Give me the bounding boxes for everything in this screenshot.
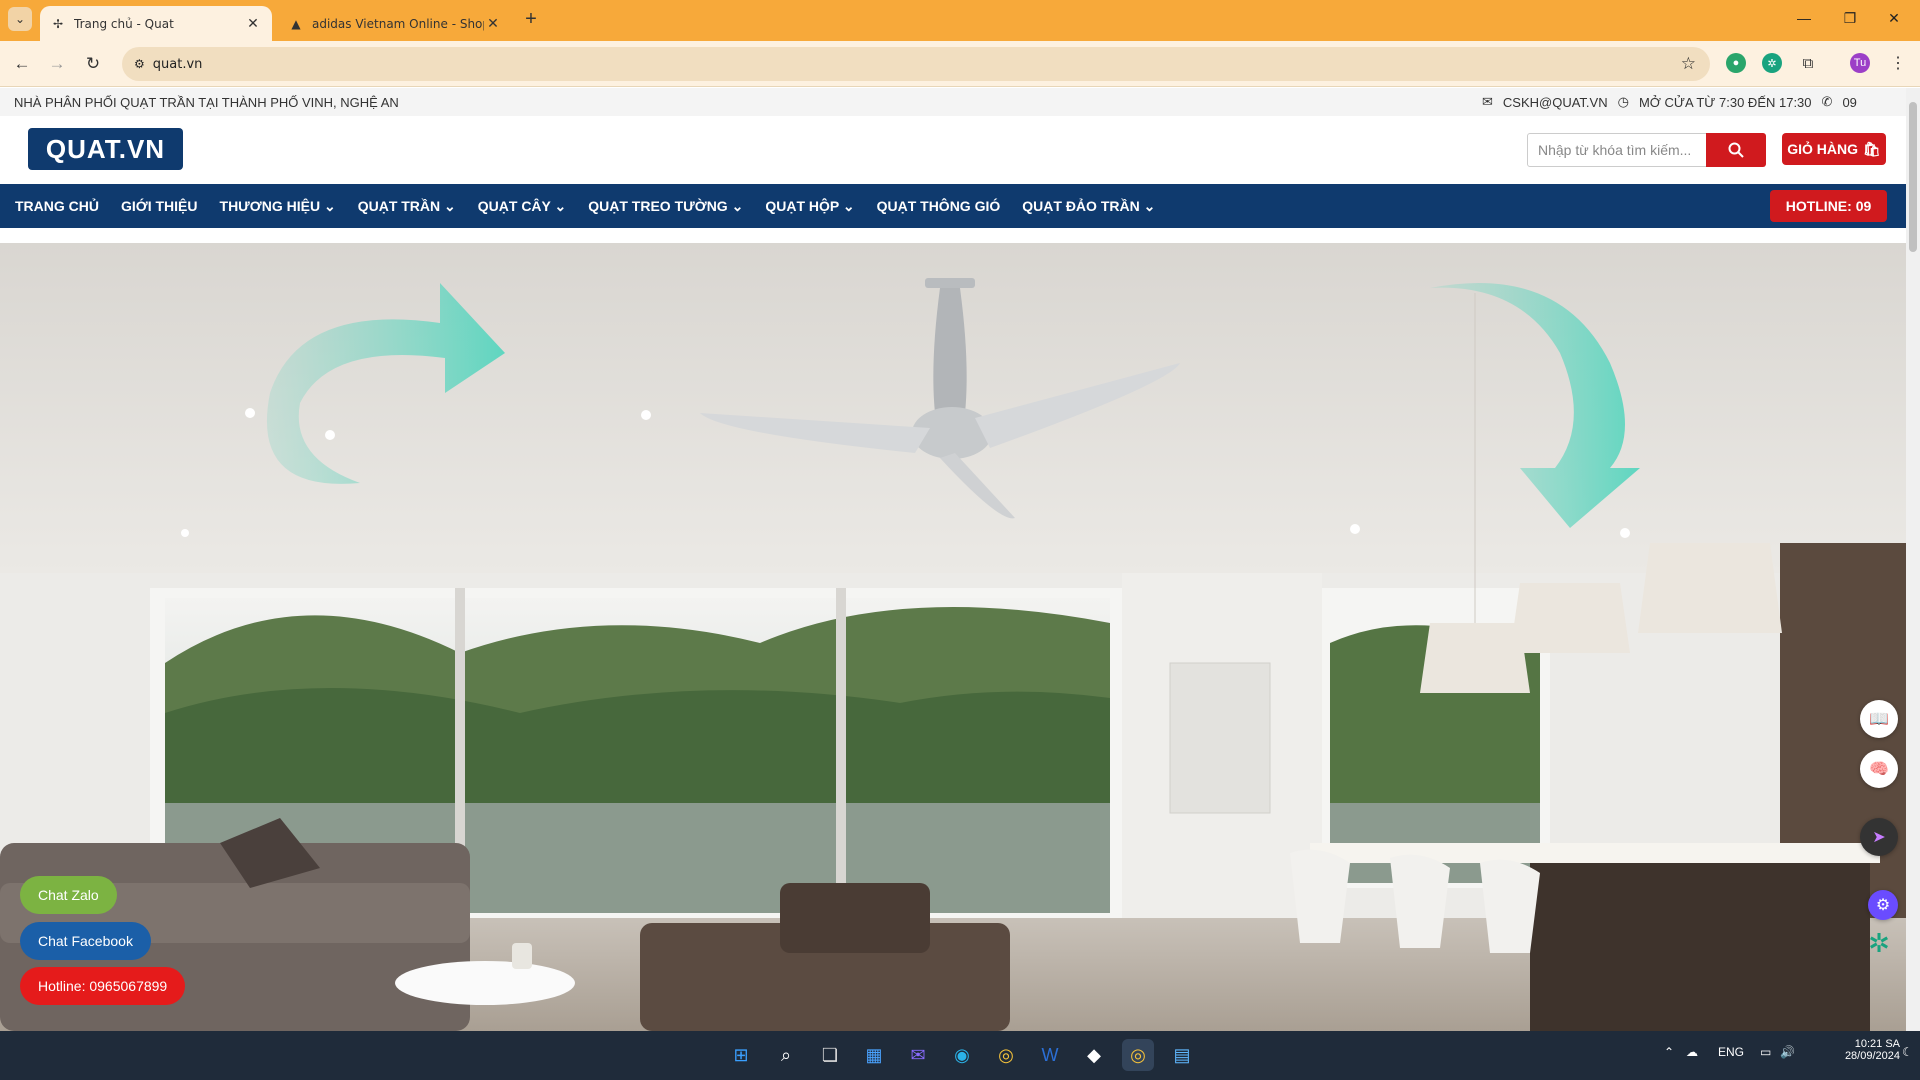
- windows-taskbar: ⊞ ⌕ ❏ ▦ ✉ ◉ ◎ W ◆ ◎ ▤ ⌃ ☁ ENG ▭ 🔊 10:21 …: [0, 1031, 1920, 1080]
- tab-quat[interactable]: ✢ Trang chủ - Quat ✕: [40, 6, 272, 41]
- shopping-bag-icon: 🛍: [1863, 140, 1881, 157]
- site-header: QUAT.VN Nhập từ khóa tìm kiếm... GIỎ HÀN…: [0, 116, 1906, 184]
- reload-icon[interactable]: ↻: [82, 53, 104, 75]
- extensions-puzzle-icon[interactable]: ⧉: [1798, 53, 1818, 73]
- browser-menu-icon[interactable]: ⋮: [1888, 53, 1908, 73]
- scrollbar-thumb[interactable]: [1909, 102, 1917, 252]
- chrome-profile-icon[interactable]: ◎: [1122, 1039, 1154, 1071]
- mail-icon: ✉: [1482, 94, 1493, 109]
- notification-icon[interactable]: ☾: [1902, 1045, 1913, 1059]
- bookmark-star-icon[interactable]: ☆: [1681, 54, 1696, 74]
- address-bar[interactable]: ⚙ quat.vn ☆: [122, 47, 1710, 81]
- chevron-down-icon: ⌄: [444, 197, 456, 214]
- opening-hours: MỞ CỬA TỪ 7:30 ĐẾN 17:30: [1638, 94, 1812, 110]
- extension-grammarly-icon[interactable]: ●: [1726, 53, 1746, 73]
- cart-label: GIỎ HÀNG: [1787, 141, 1858, 157]
- back-icon[interactable]: ←: [11, 53, 33, 75]
- browser-toolbar: ← → ↻ ⚙ quat.vn ☆: [0, 41, 1920, 87]
- app-icon[interactable]: ◆: [1078, 1039, 1110, 1071]
- word-icon[interactable]: W: [1034, 1039, 1066, 1071]
- time: 10:21 SA: [1854, 1038, 1900, 1050]
- nav-item-gioi-thieu[interactable]: GIỚI THIỆU: [121, 198, 198, 214]
- tray-chevron-up-icon[interactable]: ⌃: [1664, 1045, 1674, 1059]
- nav-item-quat-tran[interactable]: QUẠT TRẦN ⌄: [358, 198, 456, 215]
- taskbar-search-icon[interactable]: ⌕: [770, 1039, 802, 1071]
- notepad-icon[interactable]: ▤: [1166, 1039, 1198, 1071]
- hero-banner[interactable]: [0, 243, 1906, 1031]
- volume-icon[interactable]: 🔊: [1780, 1045, 1795, 1059]
- teams-chat-icon[interactable]: ✉: [902, 1039, 934, 1071]
- extension-chatgpt-icon[interactable]: ✲: [1762, 53, 1782, 73]
- main-navigation: TRANG CHỦ GIỚI THIỆU THƯƠNG HIỆU ⌄ QUẠT …: [0, 184, 1906, 228]
- chevron-down-icon: ⌄: [323, 197, 336, 214]
- search-input[interactable]: Nhập từ khóa tìm kiếm...: [1527, 133, 1707, 167]
- cart-button[interactable]: GIỎ HÀNG 🛍: [1782, 133, 1886, 165]
- clock-icon: ◷: [1617, 94, 1629, 109]
- widgets-icon[interactable]: ▦: [858, 1039, 890, 1071]
- hotline-button[interactable]: HOTLINE: 09: [1770, 190, 1887, 222]
- site-logo[interactable]: QUAT.VN: [28, 128, 183, 170]
- nav-item-quat-thong-gio[interactable]: QUẠT THÔNG GIÓ: [877, 198, 1001, 214]
- nav-label: QUẠT TREO TƯỜNG: [588, 197, 728, 214]
- page-scrollbar[interactable]: [1906, 88, 1920, 1031]
- site-info-icon[interactable]: ⚙: [134, 57, 145, 71]
- edge-icon[interactable]: ◉: [946, 1039, 978, 1071]
- restore-icon[interactable]: ❐: [1830, 10, 1870, 27]
- top-info-bar: NHÀ PHÂN PHỐI QUẠT TRẦN TẠI THÀNH PHỐ VI…: [0, 88, 1906, 116]
- nav-item-quat-hop[interactable]: QUẠT HỘP ⌄: [765, 198, 854, 215]
- close-tab-icon[interactable]: ✕: [484, 16, 502, 32]
- tab-title: adidas Vietnam Online - Shop S: [312, 16, 484, 31]
- nav-item-thuong-hieu[interactable]: THƯƠNG HIỆU ⌄: [220, 198, 336, 215]
- nav-label: QUẠT ĐẢO TRẦN: [1022, 197, 1140, 214]
- url-text: quat.vn: [152, 56, 203, 72]
- nav-item-trang-chu[interactable]: TRANG CHỦ: [15, 198, 99, 214]
- date: 28/09/2024: [1844, 1050, 1900, 1062]
- chevron-down-icon: ⌄: [1143, 197, 1156, 214]
- tab-title: Trang chủ - Quat: [74, 16, 174, 31]
- living-room-fan-illustration: [0, 243, 1906, 1031]
- phone-icon: ✆: [1821, 94, 1833, 109]
- search-icon: [1728, 142, 1744, 158]
- profile-avatar[interactable]: Tu: [1850, 53, 1870, 73]
- close-tab-icon[interactable]: ✕: [244, 16, 262, 32]
- onedrive-icon[interactable]: ☁: [1686, 1045, 1698, 1059]
- nav-label: THƯƠNG HIỆU: [219, 197, 321, 214]
- reader-book-icon[interactable]: 📖: [1860, 700, 1898, 738]
- network-icon[interactable]: ▭: [1760, 1045, 1771, 1059]
- nav-label: QUẠT TRẦN: [357, 197, 441, 214]
- clock[interactable]: 10:21 SA 28/09/2024: [1830, 1038, 1900, 1062]
- email-link[interactable]: CSKH@QUAT.VN: [1503, 95, 1608, 110]
- nav-item-quat-treo-tuong[interactable]: QUẠT TREO TƯỜNG ⌄: [588, 198, 743, 215]
- search-button[interactable]: [1706, 133, 1766, 167]
- brain-extension-icon[interactable]: 🧠: [1860, 750, 1898, 788]
- adidas-favicon-icon: ▲: [291, 16, 301, 31]
- chat-zalo-button[interactable]: Chat Zalo: [20, 876, 117, 914]
- hotline-floating-button[interactable]: Hotline: 0965067899: [20, 967, 186, 1005]
- tab-search-button[interactable]: ⌄: [8, 7, 32, 31]
- gear-extension-icon[interactable]: ⚙: [1868, 890, 1898, 920]
- chevron-down-icon: ⌄: [554, 197, 567, 214]
- chevron-down-icon: ⌄: [842, 197, 855, 214]
- chevron-down-icon: ⌄: [731, 197, 744, 214]
- close-window-icon[interactable]: ✕: [1874, 10, 1914, 27]
- fan-favicon-icon: ✢: [52, 16, 64, 31]
- windows-start-icon[interactable]: ⊞: [725, 1039, 757, 1071]
- language-indicator[interactable]: ENG: [1718, 1045, 1744, 1059]
- task-view-icon[interactable]: ❏: [814, 1039, 846, 1071]
- chat-facebook-button[interactable]: Chat Facebook: [20, 922, 151, 960]
- browser-tab-strip: ⌄ ✢ Trang chủ - Quat ✕ ▲ adidas Vietnam …: [0, 0, 1920, 41]
- tab-adidas[interactable]: ▲ adidas Vietnam Online - Shop S ✕: [278, 6, 512, 41]
- tagline: NHÀ PHÂN PHỐI QUẠT TRẦN TẠI THÀNH PHỐ VI…: [14, 94, 399, 110]
- minimize-icon[interactable]: —: [1784, 10, 1824, 26]
- phone-number[interactable]: 09: [1842, 95, 1856, 110]
- nav-label: QUẠT HỘP: [765, 197, 839, 214]
- new-tab-button[interactable]: +: [520, 8, 542, 30]
- chrome-icon[interactable]: ◎: [990, 1039, 1022, 1071]
- send-extension-icon[interactable]: ➤: [1860, 818, 1898, 856]
- chatgpt-floating-icon[interactable]: ✲: [1860, 924, 1898, 962]
- nav-item-quat-dao-tran[interactable]: QUẠT ĐẢO TRẦN ⌄: [1022, 198, 1155, 215]
- forward-icon[interactable]: →: [46, 53, 68, 75]
- nav-label: QUẠT CÂY: [477, 197, 551, 214]
- nav-item-quat-cay[interactable]: QUẠT CÂY ⌄: [478, 198, 566, 215]
